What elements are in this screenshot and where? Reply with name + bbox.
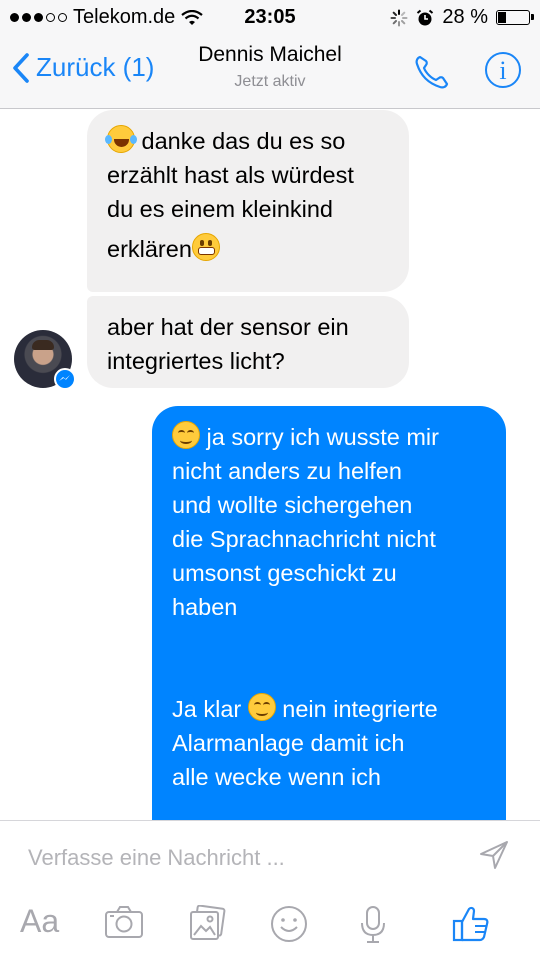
message-text: ja sorry ich wusste mir [206,424,439,450]
status-bar: Telekom.de 23:05 28 % [0,0,540,36]
message-line: haben [172,594,238,620]
message-line: danke das du es so [105,124,389,158]
message-line: nicht anders zu helfen [172,458,402,484]
status-right: 28 % [390,6,534,29]
photo-gallery-icon[interactable] [188,905,226,941]
outgoing-message[interactable]: ja sorry ich wusste mir nicht anders zu … [152,406,506,856]
message-text: danke das du es so [141,128,346,154]
alarm-icon [417,9,434,25]
message-line: umsonst geschickt zu [172,560,397,586]
battery-percentage: 28 % [442,6,488,28]
info-icon: i [499,56,507,85]
send-icon[interactable] [478,839,510,871]
message-line: du es einem kleinkind [107,196,333,222]
incoming-message-2[interactable]: aber hat der sensor ein integriertes lic… [87,296,409,388]
activity-spinner-icon [390,9,408,26]
message-blank-gap [172,624,486,692]
battery-icon [496,10,534,25]
message-text: Ja klar [172,696,242,722]
face-with-tears-of-joy-emoji-icon [105,125,137,153]
message-line: und wollte sichergehen [172,492,413,518]
messenger-badge-icon [54,368,76,390]
message-line: alle wecke wenn ich [172,764,381,790]
contact-avatar[interactable] [14,330,76,390]
message-line: Ja klar nein integrierte [172,692,486,726]
camera-icon[interactable] [104,905,144,939]
message-line: aber hat der sensor ein [107,314,349,340]
message-text: erklären [107,236,192,262]
thumbs-up-icon[interactable] [452,905,490,943]
info-button[interactable]: i [485,52,521,88]
smiling-face-emoji-icon [247,693,276,721]
grimacing-face-emoji-icon [191,233,220,261]
incoming-message-1[interactable]: danke das du es so erzählt hast als würd… [87,110,409,292]
phone-call-icon[interactable] [412,52,452,92]
contact-active-status: Jetzt aktiv [234,73,306,90]
message-line: Alarmanlage damit ich [172,730,405,756]
text-format-button[interactable]: Aa [20,903,59,940]
message-line: ja sorry ich wusste mir [172,420,486,454]
contact-name: Dennis Maichel [198,43,342,66]
message-line: die Sprachnachricht nicht [172,526,436,552]
microphone-icon[interactable] [360,905,386,945]
message-line: erzählt hast als würdest [107,162,354,188]
navigation-bar: Zurück (1) Dennis Maichel Jetzt aktiv i [0,36,540,109]
message-text: nein integrierte [282,696,438,722]
smiling-face-emoji-icon [172,421,200,449]
message-line: erklären [107,232,389,266]
message-input[interactable]: Verfasse eine Nachricht ... [28,845,285,871]
message-line: integriertes licht? [107,348,285,374]
composer-toolbar: Aa [0,903,540,955]
conversation-header[interactable]: Dennis Maichel Jetzt aktiv [0,43,540,91]
message-composer: Verfasse eine Nachricht ... Aa [0,820,540,961]
emoji-sticker-icon[interactable] [270,905,308,943]
